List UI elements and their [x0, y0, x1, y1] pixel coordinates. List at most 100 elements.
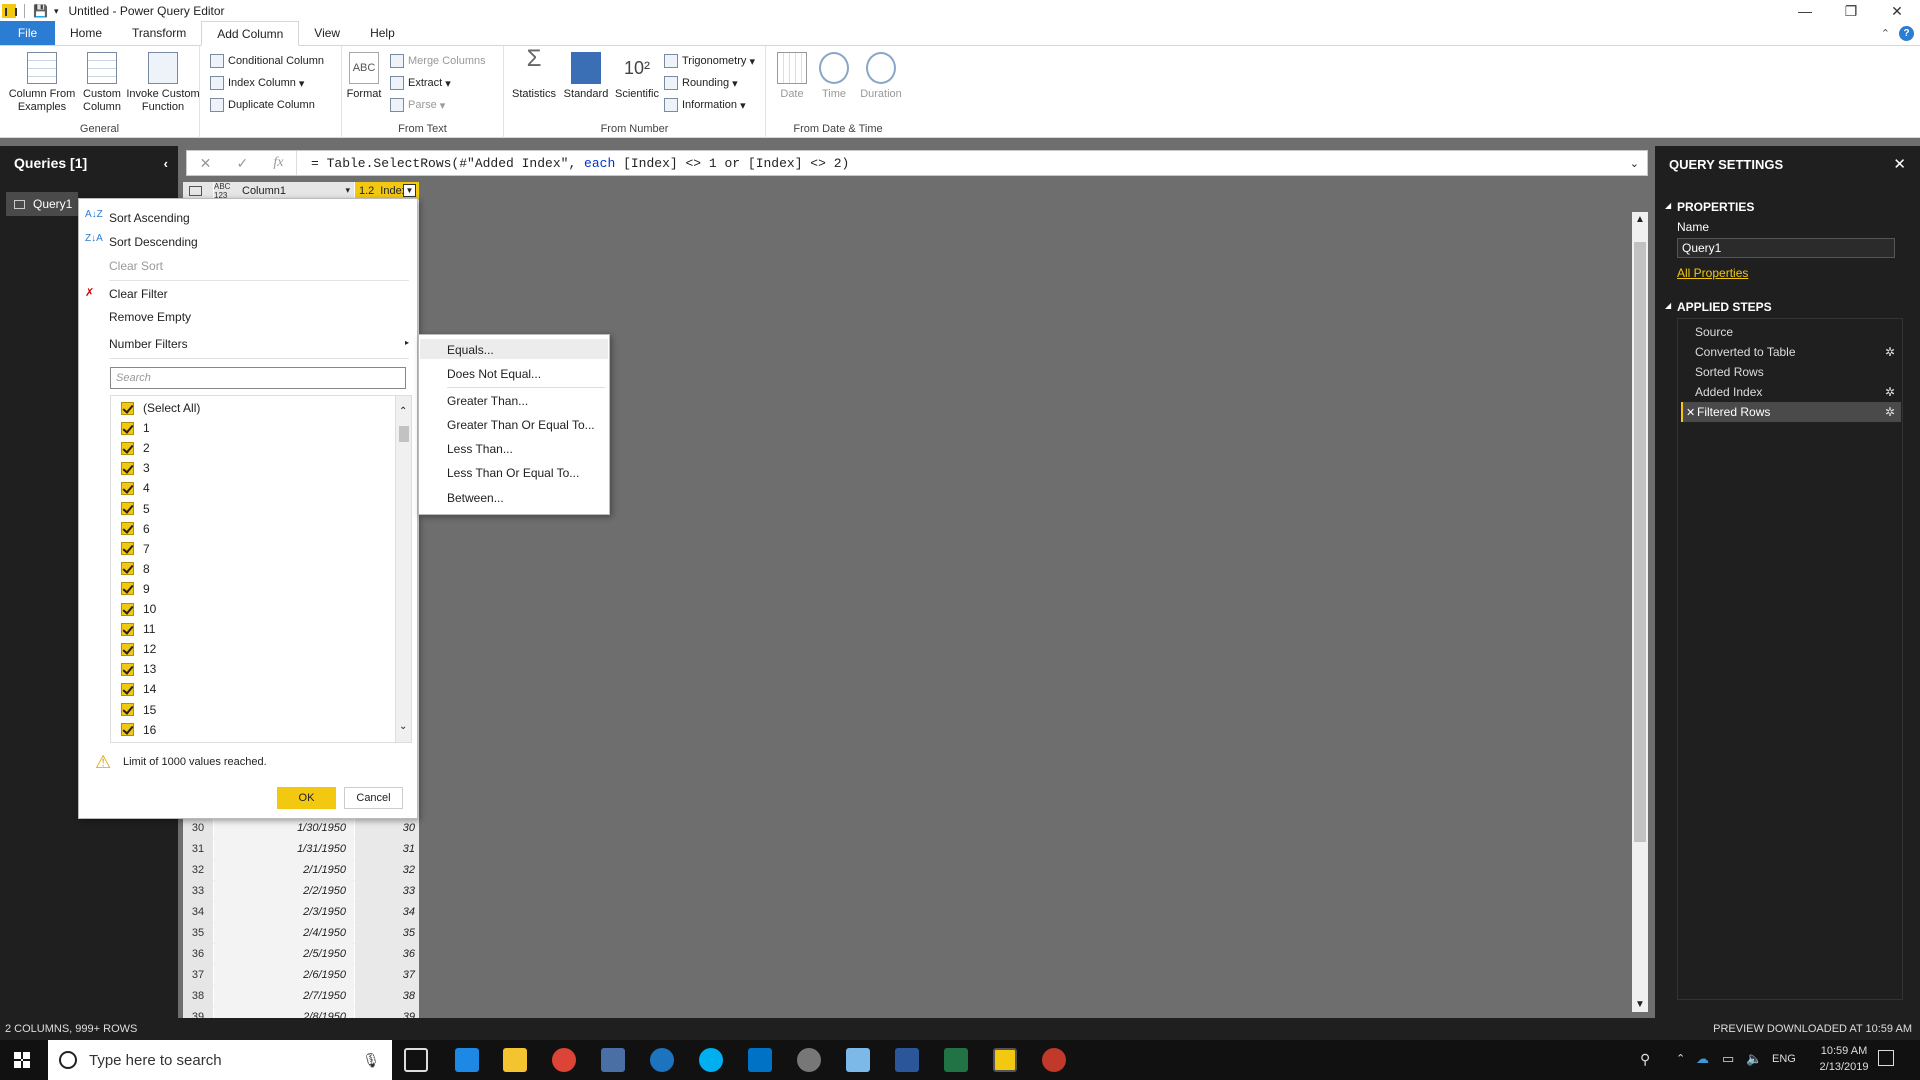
- applied-step[interactable]: Sorted Rows: [1681, 362, 1901, 382]
- grid-vertical-scrollbar[interactable]: ▲ ▼: [1632, 212, 1648, 1012]
- checked-box-icon[interactable]: [121, 602, 134, 616]
- internet-explorer-icon[interactable]: [650, 1048, 674, 1072]
- scroll-up-icon[interactable]: ▲: [1635, 214, 1645, 225]
- properties-collapse-icon[interactable]: ◢: [1665, 201, 1671, 210]
- query-name-input[interactable]: Query1: [1677, 238, 1895, 258]
- table-cell[interactable]: 1/30/1950: [214, 818, 354, 839]
- table-row[interactable]: 30 1/30/1950 30: [183, 818, 419, 839]
- checked-box-icon[interactable]: [121, 562, 134, 576]
- extract-button[interactable]: Extract ▾: [390, 74, 451, 92]
- table-cell[interactable]: 2/4/1950: [214, 923, 354, 944]
- table-cell[interactable]: 2/1/1950: [214, 860, 354, 881]
- table-cell[interactable]: 1/31/1950: [214, 839, 354, 860]
- value-checkbox[interactable]: 5: [121, 499, 150, 519]
- table-cell[interactable]: 2/6/1950: [214, 965, 354, 986]
- table-cell[interactable]: 30: [355, 818, 419, 839]
- formula-text[interactable]: = Table.SelectRows(#"Added Index", each …: [311, 156, 849, 171]
- table-row[interactable]: 34 2/3/1950 34: [183, 902, 419, 923]
- checked-box-icon[interactable]: [121, 421, 134, 435]
- number-filter-option[interactable]: Greater Than Or Equal To...: [447, 418, 595, 432]
- value-checkbox[interactable]: 3: [121, 458, 150, 478]
- edge-browser-icon[interactable]: [455, 1048, 479, 1072]
- checked-box-icon[interactable]: [121, 582, 134, 596]
- conditional-column-button[interactable]: Conditional Column: [210, 52, 324, 70]
- paint-icon[interactable]: [797, 1048, 821, 1072]
- duration-button[interactable]: Duration: [856, 52, 906, 101]
- table-row[interactable]: 31 1/31/1950 31: [183, 839, 419, 860]
- table-cell[interactable]: 2/2/1950: [214, 881, 354, 902]
- time-button[interactable]: Time: [814, 52, 854, 101]
- checked-box-icon[interactable]: [121, 481, 134, 495]
- store-icon[interactable]: [601, 1048, 625, 1072]
- rounding-button[interactable]: Rounding ▾: [664, 74, 738, 92]
- sort-descending-item[interactable]: Sort Descending: [109, 235, 198, 249]
- checked-box-icon[interactable]: [121, 522, 134, 536]
- checked-box-icon[interactable]: [121, 662, 134, 676]
- snipping-tool-icon[interactable]: [1042, 1048, 1066, 1072]
- checked-box-icon[interactable]: [121, 642, 134, 656]
- table-cell[interactable]: 38: [355, 986, 419, 1007]
- value-checkbox[interactable]: 15: [121, 700, 156, 720]
- tray-chevron-icon[interactable]: ⌃: [1676, 1052, 1685, 1065]
- checked-box-icon[interactable]: [121, 401, 134, 415]
- table-cell[interactable]: 34: [355, 902, 419, 923]
- tab-add-column[interactable]: Add Column: [201, 21, 300, 46]
- checked-box-icon[interactable]: [121, 703, 134, 716]
- applied-steps-collapse-icon[interactable]: ◢: [1665, 301, 1671, 310]
- column-from-examples-button[interactable]: Column From Examples: [6, 52, 78, 114]
- checked-box-icon[interactable]: [121, 723, 134, 737]
- value-checkbox[interactable]: 12: [121, 639, 156, 659]
- index-filter-icon[interactable]: ▼: [403, 184, 416, 197]
- table-cell[interactable]: 35: [355, 923, 419, 944]
- outlook-icon[interactable]: [748, 1048, 772, 1072]
- value-checkbox[interactable]: 9: [121, 579, 150, 599]
- duplicate-column-button[interactable]: Duplicate Column: [210, 96, 315, 114]
- table-row[interactable]: 32 2/1/1950 32: [183, 860, 419, 881]
- table-cell[interactable]: 37: [355, 965, 419, 986]
- task-view-icon[interactable]: [404, 1048, 428, 1072]
- tab-file[interactable]: File: [0, 21, 55, 45]
- onedrive-icon[interactable]: ☁: [1696, 1051, 1709, 1067]
- list-scroll-up-icon[interactable]: ⌃: [399, 406, 407, 417]
- file-explorer-icon[interactable]: [503, 1048, 527, 1072]
- all-properties-link[interactable]: All Properties: [1677, 266, 1748, 280]
- number-filter-option[interactable]: Between...: [447, 491, 504, 505]
- value-checkbox[interactable]: 7: [121, 539, 150, 559]
- index-column-button[interactable]: Index Column ▾: [210, 74, 304, 92]
- step-settings-gear-icon[interactable]: ✲: [1885, 405, 1895, 419]
- number-filter-option[interactable]: Equals...: [447, 343, 494, 357]
- clear-sort-item[interactable]: Clear Sort: [109, 259, 163, 273]
- expand-formula-icon[interactable]: ⌄: [1630, 157, 1639, 170]
- step-settings-gear-icon[interactable]: ✲: [1885, 345, 1895, 359]
- word-icon[interactable]: [895, 1048, 919, 1072]
- tab-home[interactable]: Home: [55, 21, 117, 45]
- minimize-button[interactable]: —: [1782, 0, 1828, 22]
- table-row[interactable]: 38 2/7/1950 38: [183, 986, 419, 1007]
- query-item[interactable]: Query1: [6, 192, 78, 216]
- table-cell[interactable]: 32: [355, 860, 419, 881]
- table-cell[interactable]: 2/5/1950: [214, 944, 354, 965]
- table-cell[interactable]: 36: [355, 944, 419, 965]
- help-icon[interactable]: ?: [1899, 26, 1914, 41]
- microphone-icon[interactable]: 🎙: [362, 1052, 380, 1069]
- checked-box-icon[interactable]: [121, 502, 134, 515]
- checked-box-icon[interactable]: [121, 441, 134, 455]
- value-checkbox[interactable]: 14: [121, 679, 156, 699]
- parse-button[interactable]: Parse ▾: [390, 96, 445, 114]
- tab-help[interactable]: Help: [355, 21, 410, 45]
- skype-icon[interactable]: [699, 1048, 723, 1072]
- save-icon[interactable]: 💾: [33, 4, 48, 18]
- scroll-down-icon[interactable]: ▼: [1635, 999, 1645, 1010]
- people-icon[interactable]: ⚲: [1640, 1051, 1650, 1068]
- standard-button[interactable]: Standard: [560, 52, 612, 101]
- collapse-pane-icon[interactable]: ‹: [164, 156, 168, 171]
- table-cell[interactable]: 31: [355, 839, 419, 860]
- value-checkbox[interactable]: 10: [121, 599, 156, 619]
- action-center-icon[interactable]: [1878, 1050, 1894, 1066]
- number-filter-option[interactable]: Does Not Equal...: [447, 367, 541, 381]
- custom-column-button[interactable]: Custom Column: [80, 52, 124, 114]
- number-filter-option[interactable]: Less Than...: [447, 442, 513, 456]
- value-checkbox[interactable]: 8: [121, 559, 150, 579]
- ribbon-collapse-icon[interactable]: ⌃: [1881, 27, 1890, 40]
- quick-access-dropdown-icon[interactable]: ▾: [54, 6, 59, 17]
